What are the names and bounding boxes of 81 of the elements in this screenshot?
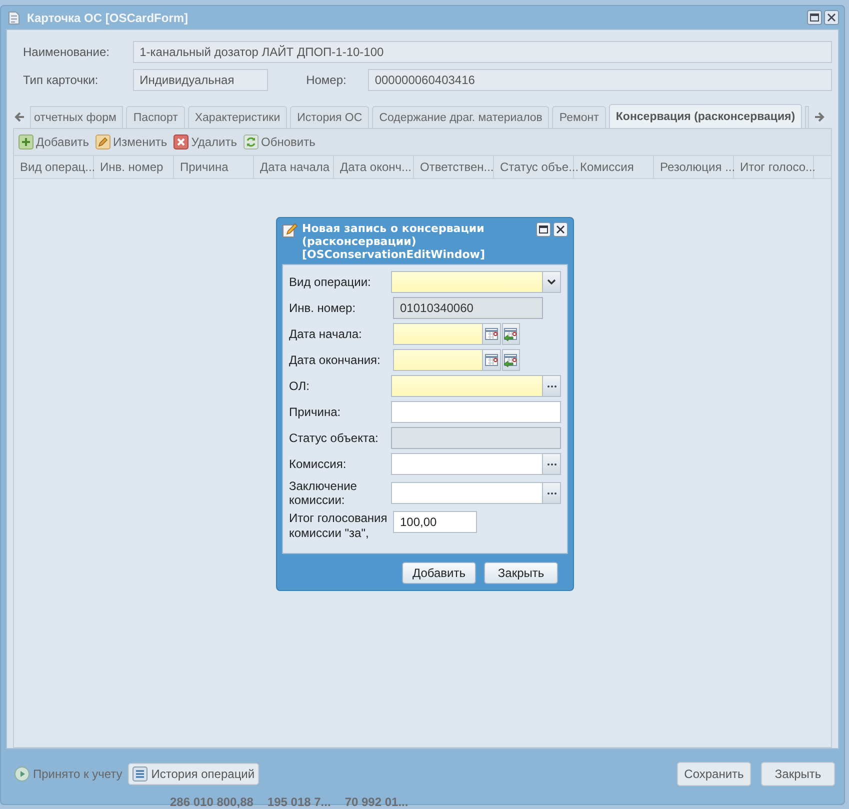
tab[interactable]: История ОС	[290, 106, 370, 128]
name-field[interactable]: 1-канальный дозатор ЛАЙТ ДПОП-1-10-100	[132, 41, 832, 63]
tab[interactable]: Характеристики	[188, 106, 288, 128]
column-header[interactable]: Дата начала	[254, 156, 334, 178]
input-field[interactable]	[393, 323, 483, 345]
picker-button[interactable]	[543, 453, 561, 475]
column-header[interactable]: Инв. номер	[94, 156, 174, 178]
add-button[interactable]: Добавить	[18, 134, 90, 150]
pencil-icon	[282, 222, 298, 238]
field-label: Комиссия:	[289, 457, 348, 471]
field-label: Тип карточки:	[22, 73, 100, 87]
number-field[interactable]: 000000060403416	[368, 69, 832, 91]
plus-icon	[18, 134, 34, 150]
calendar-icon	[484, 352, 500, 368]
calendar-icon	[484, 326, 500, 342]
chevron-down-icon	[547, 279, 556, 285]
close-button[interactable]: Закрыть	[484, 562, 558, 584]
column-header[interactable]: Вид операц...	[14, 156, 94, 178]
delete-icon	[173, 134, 190, 150]
total-value: 286 010 800,88	[170, 796, 254, 809]
dialog-title: Новая запись о консервации (расконсервации) [OSConservationEditWindow]	[302, 222, 486, 261]
save-button[interactable]: Сохранить	[677, 762, 751, 786]
document-icon	[6, 10, 22, 26]
dropdown-field[interactable]	[391, 271, 543, 293]
calendar-arrow-button[interactable]	[502, 323, 520, 345]
field-label: ОЛ:	[289, 379, 310, 393]
total-value: 195 018 7...	[267, 796, 331, 809]
total-value: 70 992 01...	[344, 796, 408, 809]
field-label: Инв. номер:	[289, 301, 357, 315]
status-text: Принято к учету	[33, 767, 122, 781]
field-label: Итог голосования комиссии "за",	[289, 511, 388, 541]
calendar-arrow-button[interactable]	[502, 349, 520, 371]
column-header[interactable]: Резолюция ...	[654, 156, 734, 178]
field-label: Причина:	[289, 405, 342, 419]
window-title: Карточка ОС [OSCardForm]	[27, 10, 190, 24]
picker-button[interactable]	[543, 482, 561, 504]
tab[interactable]: Содержание драг. материалов	[372, 106, 550, 128]
close-icon[interactable]	[824, 10, 839, 25]
field-label: Статус объекта:	[289, 431, 380, 445]
ellipsis-icon	[546, 462, 556, 466]
tab[interactable]: отчетных форм	[30, 106, 124, 128]
field-label: Дата начала:	[289, 327, 363, 341]
ellipsis-icon	[546, 492, 556, 494]
field-label: Вид операции:	[289, 275, 372, 289]
input-field[interactable]	[391, 482, 543, 504]
add-button[interactable]: Добавить	[402, 562, 476, 584]
list-icon	[132, 766, 148, 782]
input-field[interactable]	[391, 375, 543, 397]
column-header[interactable]: Ответствен...	[414, 156, 494, 178]
input-field[interactable]	[391, 401, 561, 423]
dropdown-button[interactable]	[543, 271, 561, 293]
input-field[interactable]: 100,00	[393, 511, 477, 533]
pencil-icon	[95, 134, 112, 150]
calendar-button[interactable]	[483, 323, 501, 345]
field-label: Номер:	[306, 73, 348, 87]
history-button[interactable]: История операций	[128, 763, 259, 785]
card-type-field[interactable]: Индивидуальная	[132, 69, 268, 91]
edit-button[interactable]: Изменить	[95, 134, 168, 150]
close-button[interactable]: Закрыть	[761, 762, 835, 786]
column-header[interactable]: Дата оконч...	[334, 156, 414, 178]
tab[interactable]: Паспорт	[126, 106, 185, 128]
play-icon	[14, 766, 30, 782]
column-header[interactable]: Комиссия	[574, 156, 654, 178]
tab[interactable]: Ремонт	[552, 106, 606, 128]
delete-button[interactable]: Удалить	[173, 134, 238, 150]
refresh-button[interactable]: Обновить	[243, 134, 316, 150]
input-field[interactable]	[393, 349, 483, 371]
input-field[interactable]	[391, 453, 543, 475]
close-icon[interactable]	[553, 222, 568, 237]
maximize-icon[interactable]	[807, 10, 822, 25]
refresh-icon	[243, 134, 260, 150]
picker-button[interactable]	[543, 375, 561, 397]
column-header[interactable]: Итог голосо...	[734, 156, 814, 178]
tab[interactable]: Консервация (расконсервация)	[608, 104, 802, 128]
field-label: Дата окончания:	[289, 353, 382, 367]
maximize-icon[interactable]	[536, 222, 551, 237]
ellipsis-icon	[546, 384, 556, 388]
calendar-button[interactable]	[483, 349, 501, 371]
field-label: Наименование:	[22, 45, 111, 59]
column-header[interactable]: Причина	[174, 156, 254, 178]
field-label: Заключение комиссии:	[289, 479, 358, 507]
